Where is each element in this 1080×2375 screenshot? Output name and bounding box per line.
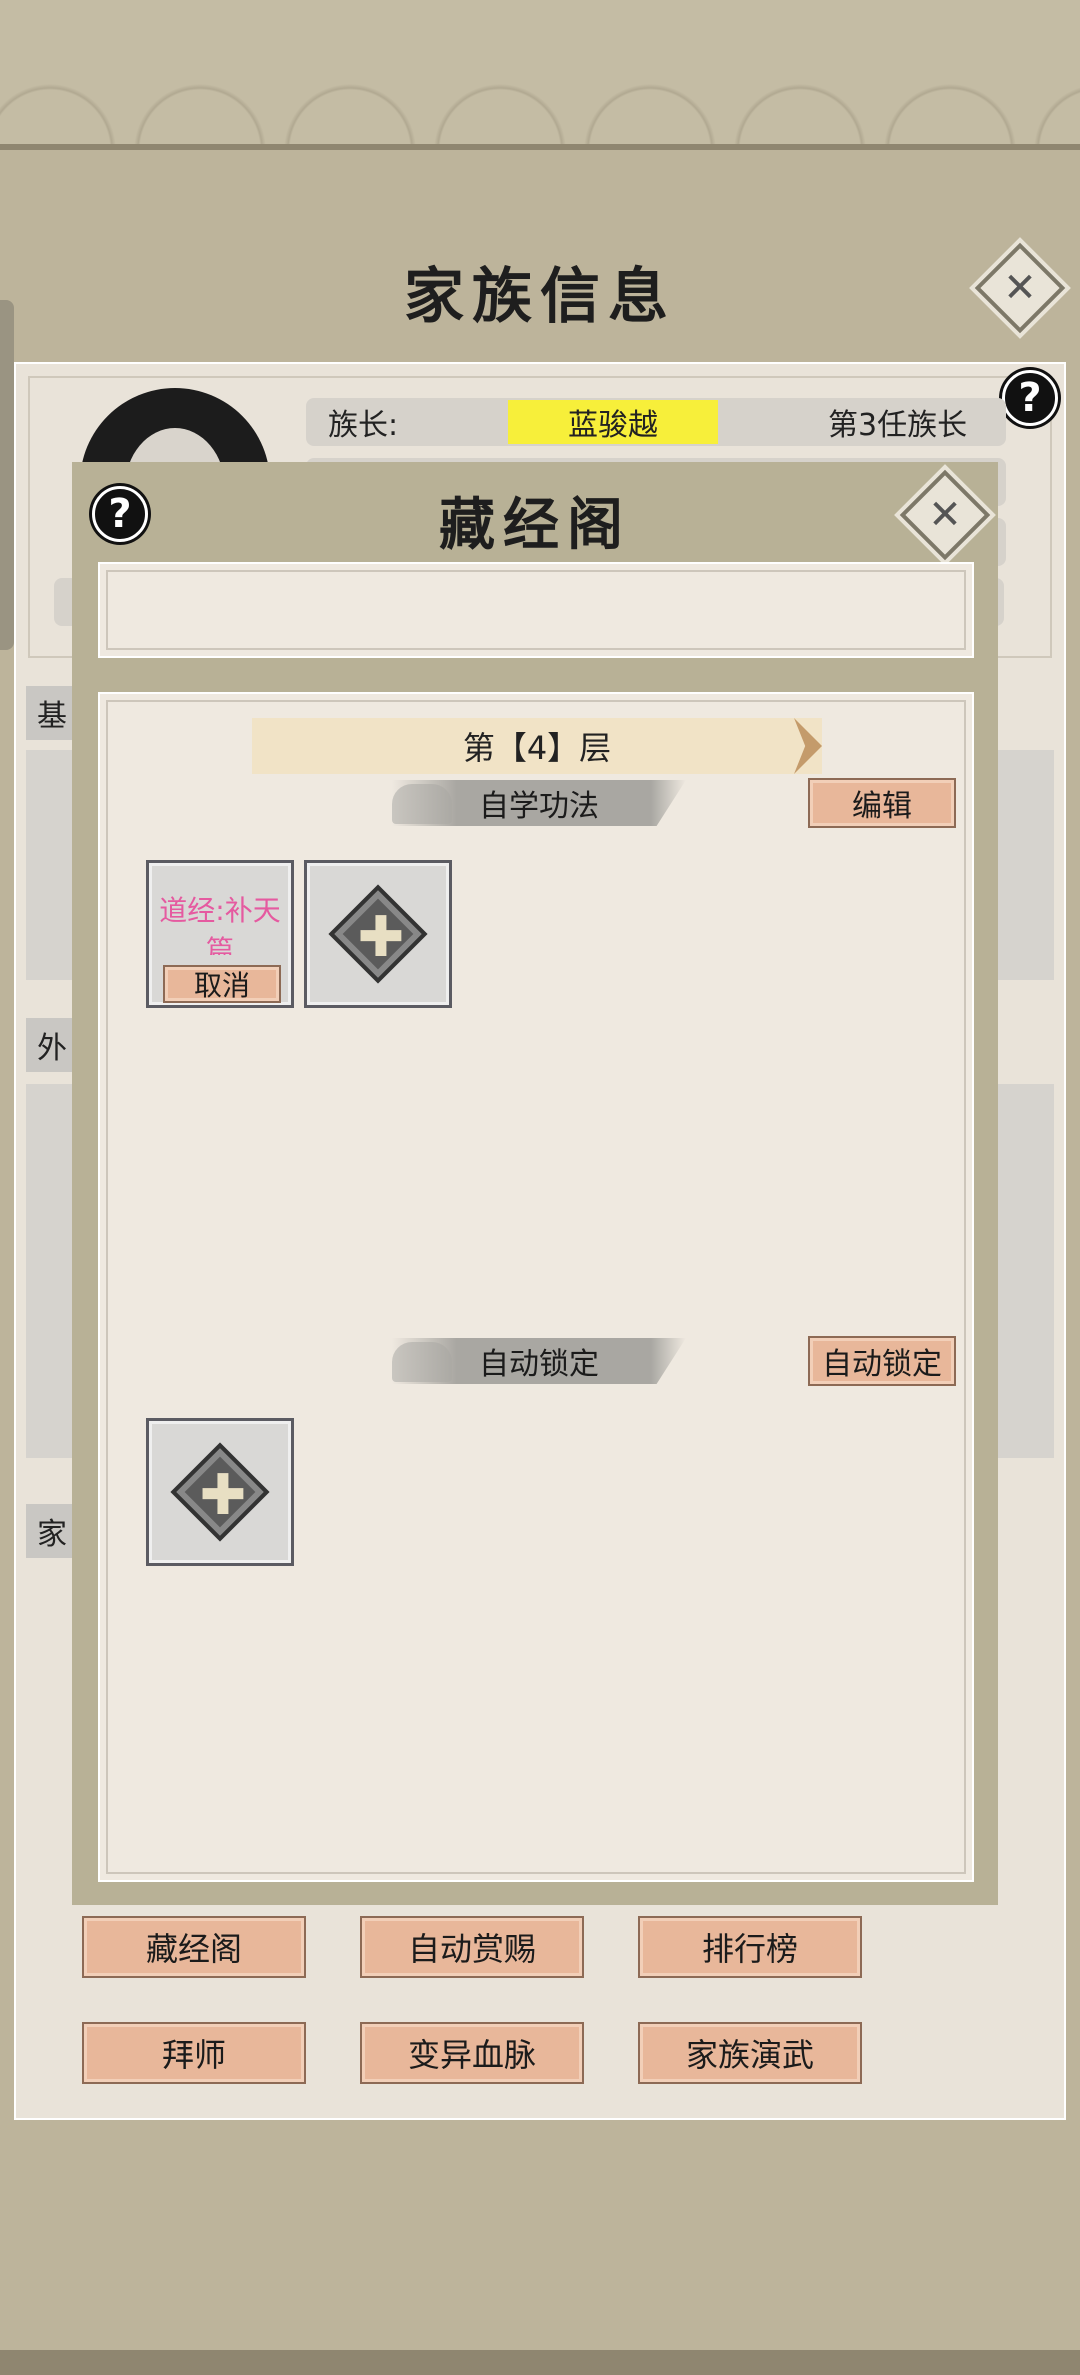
cancel-scripture-button[interactable]: 取消 [163, 965, 281, 1003]
leader-rank: 第3任族长 [828, 408, 968, 443]
plus-icon: ✚ [357, 904, 405, 970]
auto-reward-button[interactable]: 自动赏赐 [360, 1916, 584, 1978]
tab-base[interactable]: 基 [26, 686, 78, 740]
add-scripture-slot[interactable]: ✚ [304, 860, 452, 1008]
self-study-heading: 自学功法 [392, 780, 686, 826]
leaderboard-button[interactable]: 排行榜 [638, 1916, 862, 1978]
family-martial-button[interactable]: 家族演武 [638, 2022, 862, 2084]
family-help-button[interactable]: ? [1002, 370, 1058, 426]
tab-outer[interactable]: 外 [26, 1018, 78, 1072]
top-decoration [0, 0, 1080, 150]
scripture-close-button[interactable]: ✕ [899, 469, 991, 561]
mutated-bloodline-button[interactable]: 变异血脉 [360, 2022, 584, 2084]
bottom-decoration [0, 2350, 1080, 2375]
help-icon: ? [108, 491, 132, 537]
help-icon: ? [1018, 375, 1042, 421]
scripture-pavilion-button[interactable]: 藏经阁 [82, 1916, 306, 1978]
edit-button[interactable]: 编辑 [808, 778, 956, 828]
family-close-button[interactable]: ✕ [974, 242, 1066, 334]
auto-lock-heading: 自动锁定 [392, 1338, 686, 1384]
auto-lock-button[interactable]: 自动锁定 [808, 1336, 956, 1386]
tab-family[interactable]: 家 [26, 1504, 78, 1558]
scripture-help-button[interactable]: ? [92, 486, 148, 542]
leader-name: 蓝骏越 [508, 400, 718, 444]
scripture-name: 道经:补天篇 [159, 894, 281, 955]
layer-label: 第【4】层 [462, 729, 612, 767]
apprentice-button[interactable]: 拜师 [82, 2022, 306, 2084]
leader-row: 族长: 蓝骏越 第3任族长 [306, 398, 1006, 446]
left-edge-handle [0, 300, 14, 650]
close-icon: ✕ [899, 469, 991, 561]
scripture-modal-title: 藏经阁 [439, 492, 631, 558]
scripture-slot-1[interactable]: 道经:补天篇 取消 [146, 860, 294, 1008]
close-icon: ✕ [974, 242, 1066, 334]
add-auto-lock-slot[interactable]: ✚ [146, 1418, 294, 1566]
plus-icon: ✚ [199, 1462, 247, 1528]
layer-selector: 第【4】层 [252, 718, 822, 774]
family-info-title: 家族信息 [404, 262, 676, 332]
scripture-top-panel [98, 562, 974, 658]
leader-label: 族长: [328, 408, 399, 443]
